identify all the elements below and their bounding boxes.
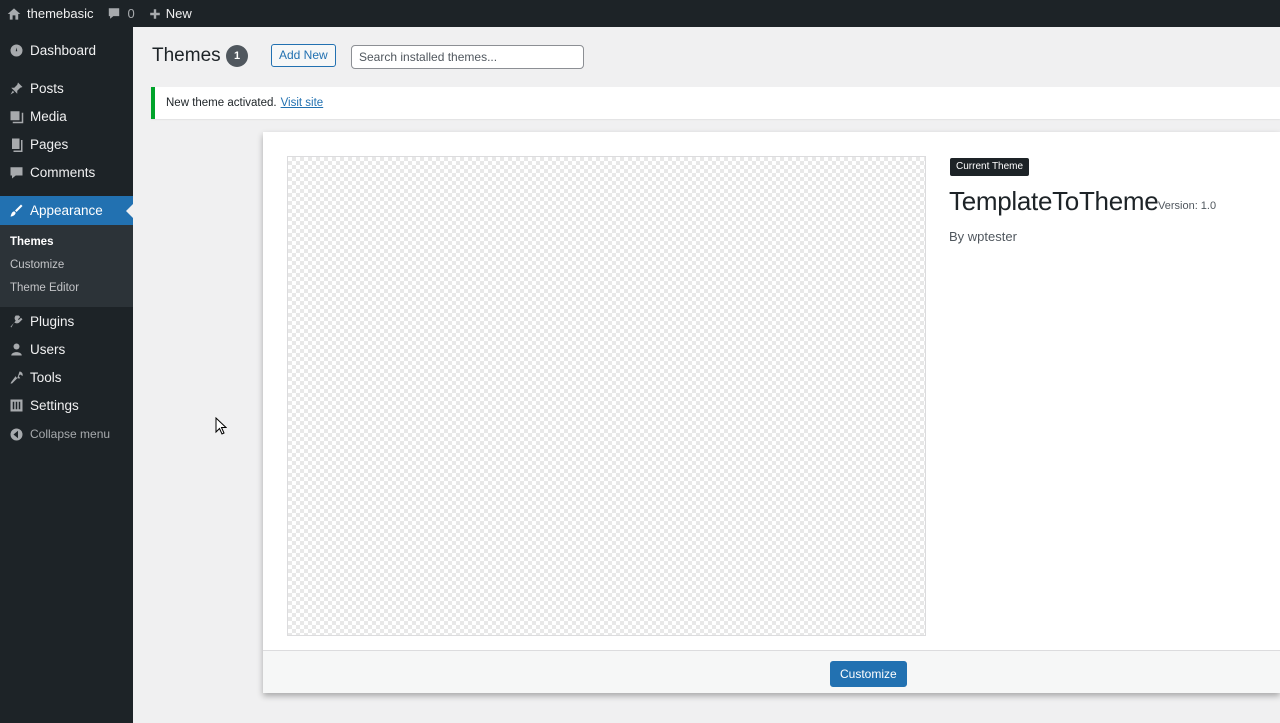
sidebar-item-media[interactable]: Media bbox=[0, 102, 133, 130]
submenu-item-customize[interactable]: Customize bbox=[0, 254, 133, 277]
admin-bar-site[interactable]: themebasic bbox=[0, 0, 100, 27]
pages-icon bbox=[8, 136, 24, 152]
visit-site-link[interactable]: Visit site bbox=[281, 97, 324, 109]
current-theme-label: Current Theme bbox=[950, 158, 1030, 176]
wrench-icon bbox=[8, 369, 24, 385]
admin-bar-comments[interactable]: 0 bbox=[100, 0, 141, 27]
sidebar-item-settings[interactable]: Settings bbox=[0, 391, 133, 419]
sidebar-item-tools[interactable]: Tools bbox=[0, 363, 133, 391]
admin-bar-new[interactable]: New bbox=[142, 0, 199, 27]
comment-icon bbox=[8, 164, 24, 180]
customize-button[interactable]: Customize bbox=[830, 661, 907, 687]
collapse-label: Collapse menu bbox=[30, 427, 111, 441]
new-label: New bbox=[165, 6, 192, 21]
sidebar-item-label: Pages bbox=[30, 136, 69, 152]
settings-icon bbox=[8, 397, 24, 413]
user-icon bbox=[8, 341, 24, 357]
notice-text: New theme activated. bbox=[166, 97, 277, 109]
plugin-icon bbox=[8, 313, 24, 329]
submenu-item-themes[interactable]: Themes bbox=[0, 231, 133, 254]
sidebar-item-users[interactable]: Users bbox=[0, 335, 133, 363]
theme-actions-footer: Customize bbox=[263, 650, 1280, 693]
site-name: themebasic bbox=[27, 6, 94, 21]
home-icon bbox=[7, 7, 21, 20]
media-icon bbox=[8, 108, 24, 124]
sidebar-item-label: Media bbox=[30, 108, 67, 124]
search-themes-input[interactable] bbox=[351, 45, 584, 69]
theme-details-panel: Current Theme TemplateToTheme Version: 1… bbox=[263, 132, 1280, 693]
dashboard-icon bbox=[8, 42, 24, 58]
plus-icon bbox=[149, 8, 160, 19]
sidebar-item-dashboard[interactable]: Dashboard bbox=[0, 36, 133, 64]
collapse-arrow-icon bbox=[8, 426, 24, 442]
theme-activated-notice: New theme activated. Visit site bbox=[151, 87, 1280, 119]
comment-bubble-icon bbox=[109, 8, 120, 19]
appearance-submenu: Themes Customize Theme Editor bbox=[0, 225, 133, 307]
mouse-cursor-icon bbox=[215, 417, 227, 435]
theme-count-badge: 1 bbox=[226, 45, 248, 67]
submenu-item-theme-editor[interactable]: Theme Editor bbox=[0, 277, 133, 300]
theme-name: TemplateToTheme bbox=[949, 186, 1159, 216]
admin-bar: themebasic 0 New bbox=[0, 0, 1280, 27]
sidebar-item-label: Appearance bbox=[30, 203, 103, 218]
theme-author: By wptester bbox=[949, 229, 1017, 244]
theme-screenshot bbox=[287, 156, 926, 636]
sidebar-item-plugins[interactable]: Plugins bbox=[0, 307, 133, 335]
paintbrush-icon bbox=[8, 203, 24, 219]
sidebar-item-pages[interactable]: Pages bbox=[0, 130, 133, 158]
sidebar-item-appearance[interactable]: Appearance bbox=[0, 196, 133, 225]
theme-version: Version: 1.0 bbox=[1158, 200, 1217, 212]
sidebar-item-label: Posts bbox=[30, 80, 64, 96]
sidebar-item-label: Tools bbox=[30, 369, 62, 385]
sidebar-item-comments[interactable]: Comments bbox=[0, 158, 133, 186]
sidebar-item-posts[interactable]: Posts bbox=[0, 74, 133, 102]
collapse-menu-button[interactable]: Collapse menu bbox=[0, 420, 133, 448]
sidebar-item-label: Users bbox=[30, 341, 66, 357]
sidebar-item-label: Settings bbox=[30, 397, 79, 413]
comments-count: 0 bbox=[127, 6, 135, 21]
sidebar-item-label: Plugins bbox=[30, 313, 75, 329]
sidebar-item-label: Comments bbox=[30, 164, 96, 180]
sidebar-item-label: Dashboard bbox=[30, 42, 97, 58]
add-new-button[interactable]: Add New bbox=[271, 44, 336, 67]
pushpin-icon bbox=[8, 80, 24, 96]
page-title: Themes bbox=[152, 45, 221, 66]
admin-sidebar: Dashboard Posts Media Pages Comments App… bbox=[0, 27, 133, 723]
